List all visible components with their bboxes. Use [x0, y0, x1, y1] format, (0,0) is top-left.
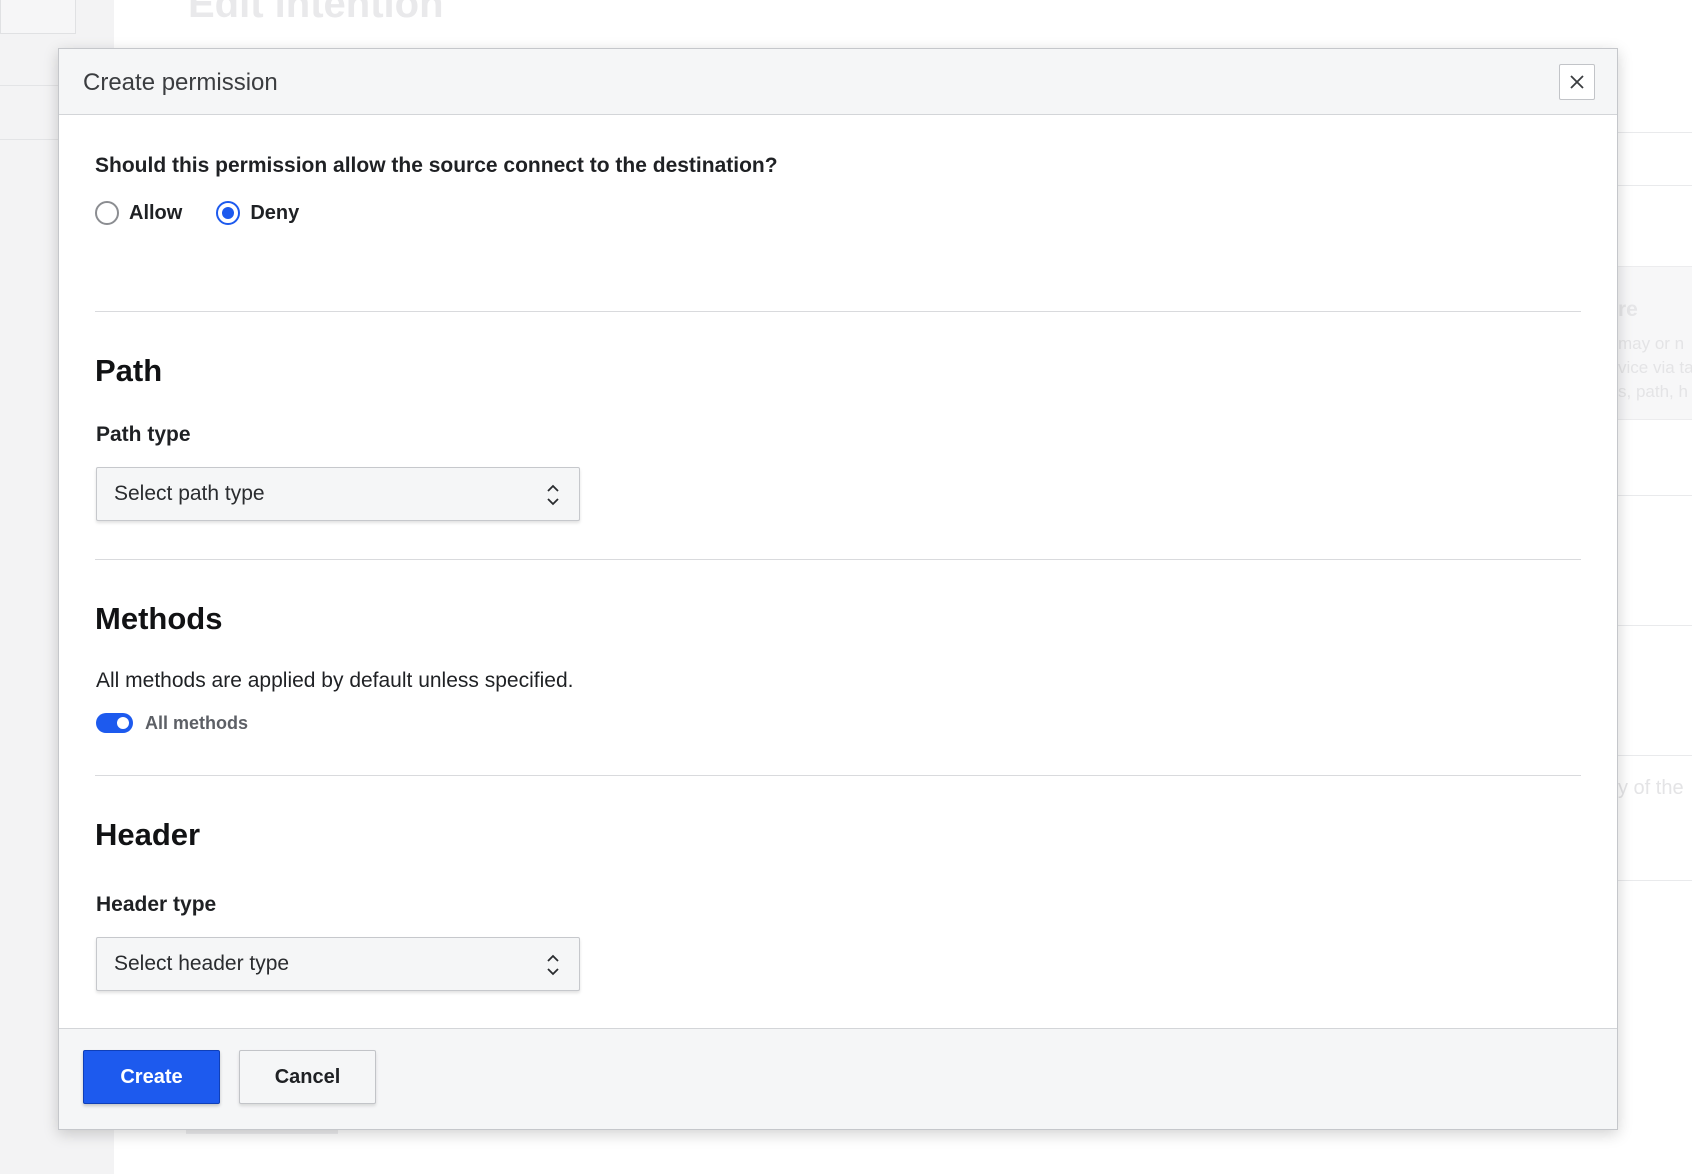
- modal-body: Should this permission allow the source …: [59, 116, 1617, 1078]
- background-divider: [1615, 495, 1692, 496]
- background-divider: [1615, 755, 1692, 756]
- background-sidebar-chip: [0, 0, 76, 34]
- background-side-heading: re: [1618, 298, 1638, 321]
- chevron-updown-icon: [547, 954, 559, 976]
- create-button[interactable]: Create: [83, 1050, 220, 1104]
- permission-question: Should this permission allow the source …: [95, 154, 778, 177]
- radio-deny-circle[interactable]: [216, 201, 241, 225]
- radio-allow-circle[interactable]: [95, 201, 119, 225]
- background-divider: [1615, 185, 1692, 186]
- section-divider: [95, 775, 1581, 776]
- all-methods-label: All methods: [145, 712, 249, 733]
- section-divider: [95, 559, 1581, 560]
- background-side-text: vice via ta: [1618, 358, 1692, 377]
- all-methods-toggle[interactable]: [96, 713, 133, 733]
- background-divider: [1615, 625, 1692, 626]
- close-button[interactable]: [1559, 64, 1595, 100]
- background-divider: [1615, 132, 1692, 133]
- radio-deny-label: Deny: [250, 201, 300, 224]
- path-type-label: Path type: [96, 423, 191, 446]
- background-side-text: may or n: [1618, 334, 1685, 353]
- path-type-select-value: Select path type: [114, 482, 265, 505]
- all-methods-toggle-row[interactable]: All methods: [96, 711, 248, 735]
- close-icon: [1570, 75, 1584, 89]
- path-type-select[interactable]: Select path type: [96, 467, 580, 521]
- modal-title: Create permission: [83, 69, 278, 96]
- radio-allow[interactable]: Allow: [95, 201, 182, 225]
- background-divider: [1615, 880, 1692, 881]
- path-heading: Path: [95, 353, 163, 388]
- background-side-text: y of the: [1618, 777, 1684, 799]
- create-permission-modal: Create permission Should this permission…: [58, 48, 1618, 1130]
- methods-heading: Methods: [95, 601, 223, 636]
- header-type-select[interactable]: Select header type: [96, 937, 580, 991]
- header-type-select-value: Select header type: [114, 952, 290, 975]
- cancel-button[interactable]: Cancel: [239, 1050, 376, 1104]
- header-heading: Header: [95, 817, 201, 852]
- radio-allow-label: Allow: [129, 201, 183, 224]
- background-page-title: Edit intention: [188, 0, 444, 26]
- modal-header: Create permission: [59, 49, 1617, 115]
- radio-deny[interactable]: Deny: [216, 201, 299, 225]
- methods-description: All methods are applied by default unles…: [96, 669, 574, 692]
- chevron-updown-icon: [547, 484, 559, 506]
- header-type-label: Header type: [96, 893, 217, 916]
- background-side-text: s, path, h: [1618, 382, 1688, 401]
- modal-footer: Create Cancel: [59, 1028, 1617, 1129]
- permission-radio-group: Allow Deny: [95, 198, 333, 228]
- section-divider: [95, 311, 1581, 312]
